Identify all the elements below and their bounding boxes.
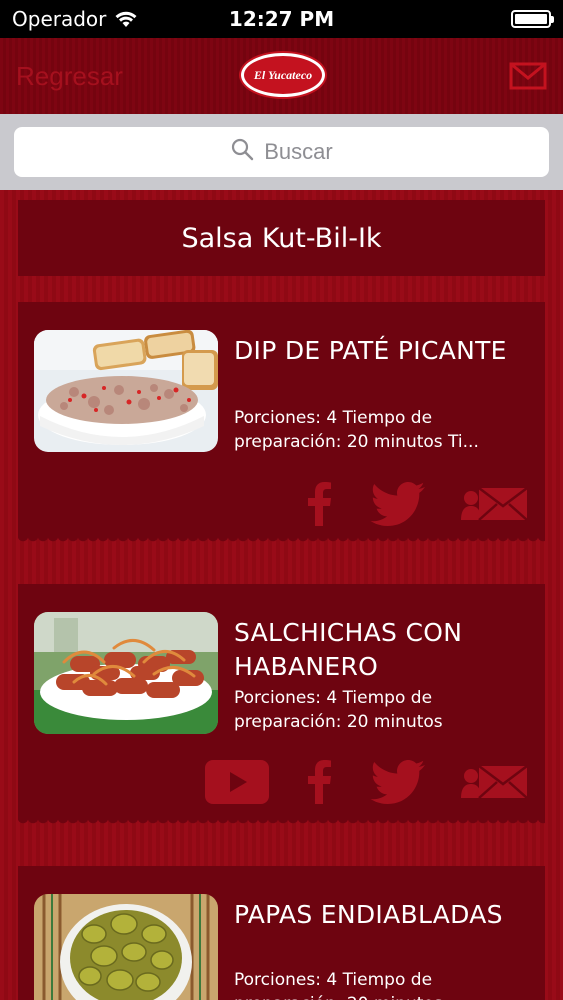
- twitter-icon[interactable]: [369, 760, 425, 804]
- category-title-text: Salsa Kut-Bil-Ik: [181, 222, 382, 254]
- search-input[interactable]: Buscar: [14, 127, 549, 177]
- recipe-card[interactable]: DIP DE PATÉ PICANTE Porciones: 4 Tiempo …: [18, 302, 545, 546]
- recipe-image[interactable]: [34, 612, 218, 734]
- facebook-icon[interactable]: [305, 760, 333, 804]
- recipe-card[interactable]: PAPAS ENDIABLADAS Porciones: 4 Tiempo de…: [18, 866, 545, 1000]
- recipe-title[interactable]: PAPAS ENDIABLADAS: [234, 898, 534, 932]
- nav-bar: Regresar El Yucateco: [0, 38, 563, 114]
- recipe-image[interactable]: [34, 330, 218, 452]
- back-button[interactable]: Regresar: [16, 61, 123, 92]
- facebook-icon[interactable]: [305, 482, 333, 526]
- email-share-icon[interactable]: [461, 762, 527, 802]
- recipe-card[interactable]: SALCHICHAS CON HABANERO Porciones: 4 Tie…: [18, 584, 545, 828]
- recipe-title[interactable]: DIP DE PATÉ PICANTE: [234, 334, 534, 368]
- battery-icon: [511, 10, 554, 28]
- wifi-icon: [114, 10, 138, 28]
- share-row: [205, 760, 527, 804]
- youtube-icon[interactable]: [205, 760, 269, 804]
- email-share-icon[interactable]: [461, 484, 527, 524]
- brand-logo: El Yucateco: [241, 53, 325, 97]
- search-icon: [230, 137, 254, 167]
- carrier-label: Operador: [12, 7, 107, 31]
- status-left: Operador: [12, 7, 138, 31]
- search-placeholder: Buscar: [264, 139, 333, 164]
- status-bar: Operador 12:27 PM: [0, 0, 563, 38]
- recipe-image[interactable]: [34, 894, 218, 1000]
- recipe-description: Porciones: 4 Tiempo de preparación: 20 m…: [234, 688, 443, 732]
- brand-logo-text: El Yucateco: [253, 67, 313, 82]
- category-title: Salsa Kut-Bil-Ik: [18, 200, 545, 276]
- search-bar: Buscar: [0, 114, 563, 190]
- recipe-description: Porciones: 4 Tiempo de preparación: 20 m…: [234, 408, 479, 452]
- recipe-title[interactable]: SALCHICHAS CON HABANERO: [234, 616, 534, 684]
- twitter-icon[interactable]: [369, 482, 425, 526]
- recipe-description: Porciones: 4 Tiempo de preparación: 20 m…: [234, 970, 443, 1000]
- mail-icon[interactable]: [509, 62, 547, 90]
- content-area: Salsa Kut-Bil-Ik DIP DE PATÉ PICANTE Por…: [0, 190, 563, 1000]
- share-row: [305, 482, 527, 526]
